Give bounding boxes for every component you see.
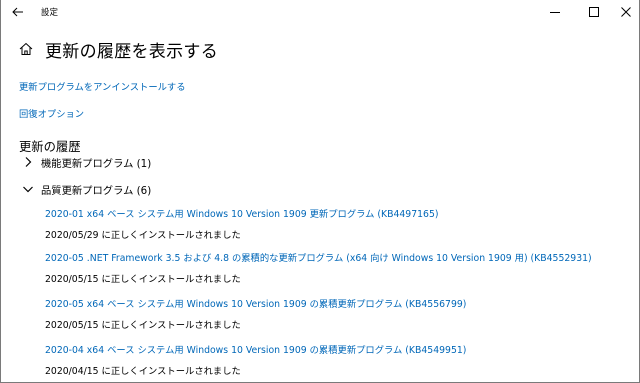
minimize-button[interactable] [538,0,572,24]
update-item: 2020-05 x64 ベース システム用 Windows 10 Version… [45,296,466,331]
minimize-icon [550,12,560,13]
recovery-options-link[interactable]: 回復オプション [19,106,84,120]
update-install-status: 2020/05/15 に正しくインストールされました [45,274,241,285]
close-icon [621,7,631,17]
page-title: 更新の履歴を表示する [45,41,218,62]
title-bar: 設定 [1,0,640,24]
update-title-link[interactable]: 2020-01 x64 ベース システム用 Windows 10 Version… [45,206,439,220]
feature-updates-label: 機能更新プログラム (1) [41,157,152,170]
back-button[interactable] [1,0,35,24]
chevron-down-icon [23,186,33,193]
update-install-status: 2020/05/15 に正しくインストールされました [45,320,241,331]
update-item: 2020-04 x64 ベース システム用 Windows 10 Version… [45,342,466,377]
close-button[interactable] [609,0,640,24]
settings-window: 設定 更新の履歴を表示する 更新プログラムをアンインストールする 回復オプション… [0,0,640,383]
quality-updates-group[interactable]: 品質更新プログラム (6) [23,181,151,197]
home-icon[interactable] [19,42,33,56]
uninstall-updates-link[interactable]: 更新プログラムをアンインストールする [19,79,186,93]
maximize-button[interactable] [577,0,611,24]
update-install-status: 2020/04/15 に正しくインストールされました [45,366,241,377]
maximize-icon [589,7,599,17]
chevron-right-icon [25,157,32,167]
update-title-link[interactable]: 2020-05 .NET Framework 3.5 および 4.8 の累積的な… [45,250,592,264]
back-arrow-icon [12,7,23,17]
feature-updates-group[interactable]: 機能更新プログラム (1) [23,154,151,170]
update-install-status: 2020/05/29 に正しくインストールされました [45,230,241,241]
page-header: 更新の履歴を表示する [19,38,218,62]
update-item: 2020-01 x64 ベース システム用 Windows 10 Version… [45,206,439,241]
update-history-heading: 更新の履歴 [19,140,81,154]
update-title-link[interactable]: 2020-04 x64 ベース システム用 Windows 10 Version… [45,342,466,356]
update-item: 2020-05 .NET Framework 3.5 および 4.8 の累積的な… [45,250,592,285]
window-title: 設定 [41,8,59,18]
quality-updates-label: 品質更新プログラム (6) [41,184,152,197]
update-title-link[interactable]: 2020-05 x64 ベース システム用 Windows 10 Version… [45,296,466,310]
